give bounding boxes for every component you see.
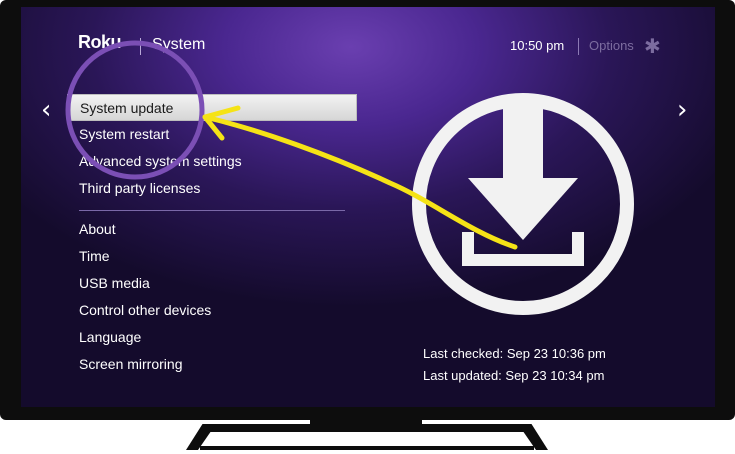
annotation-arrow — [202, 114, 518, 250]
annotation-overlay — [65, 40, 518, 250]
annotation-circle — [65, 40, 205, 180]
